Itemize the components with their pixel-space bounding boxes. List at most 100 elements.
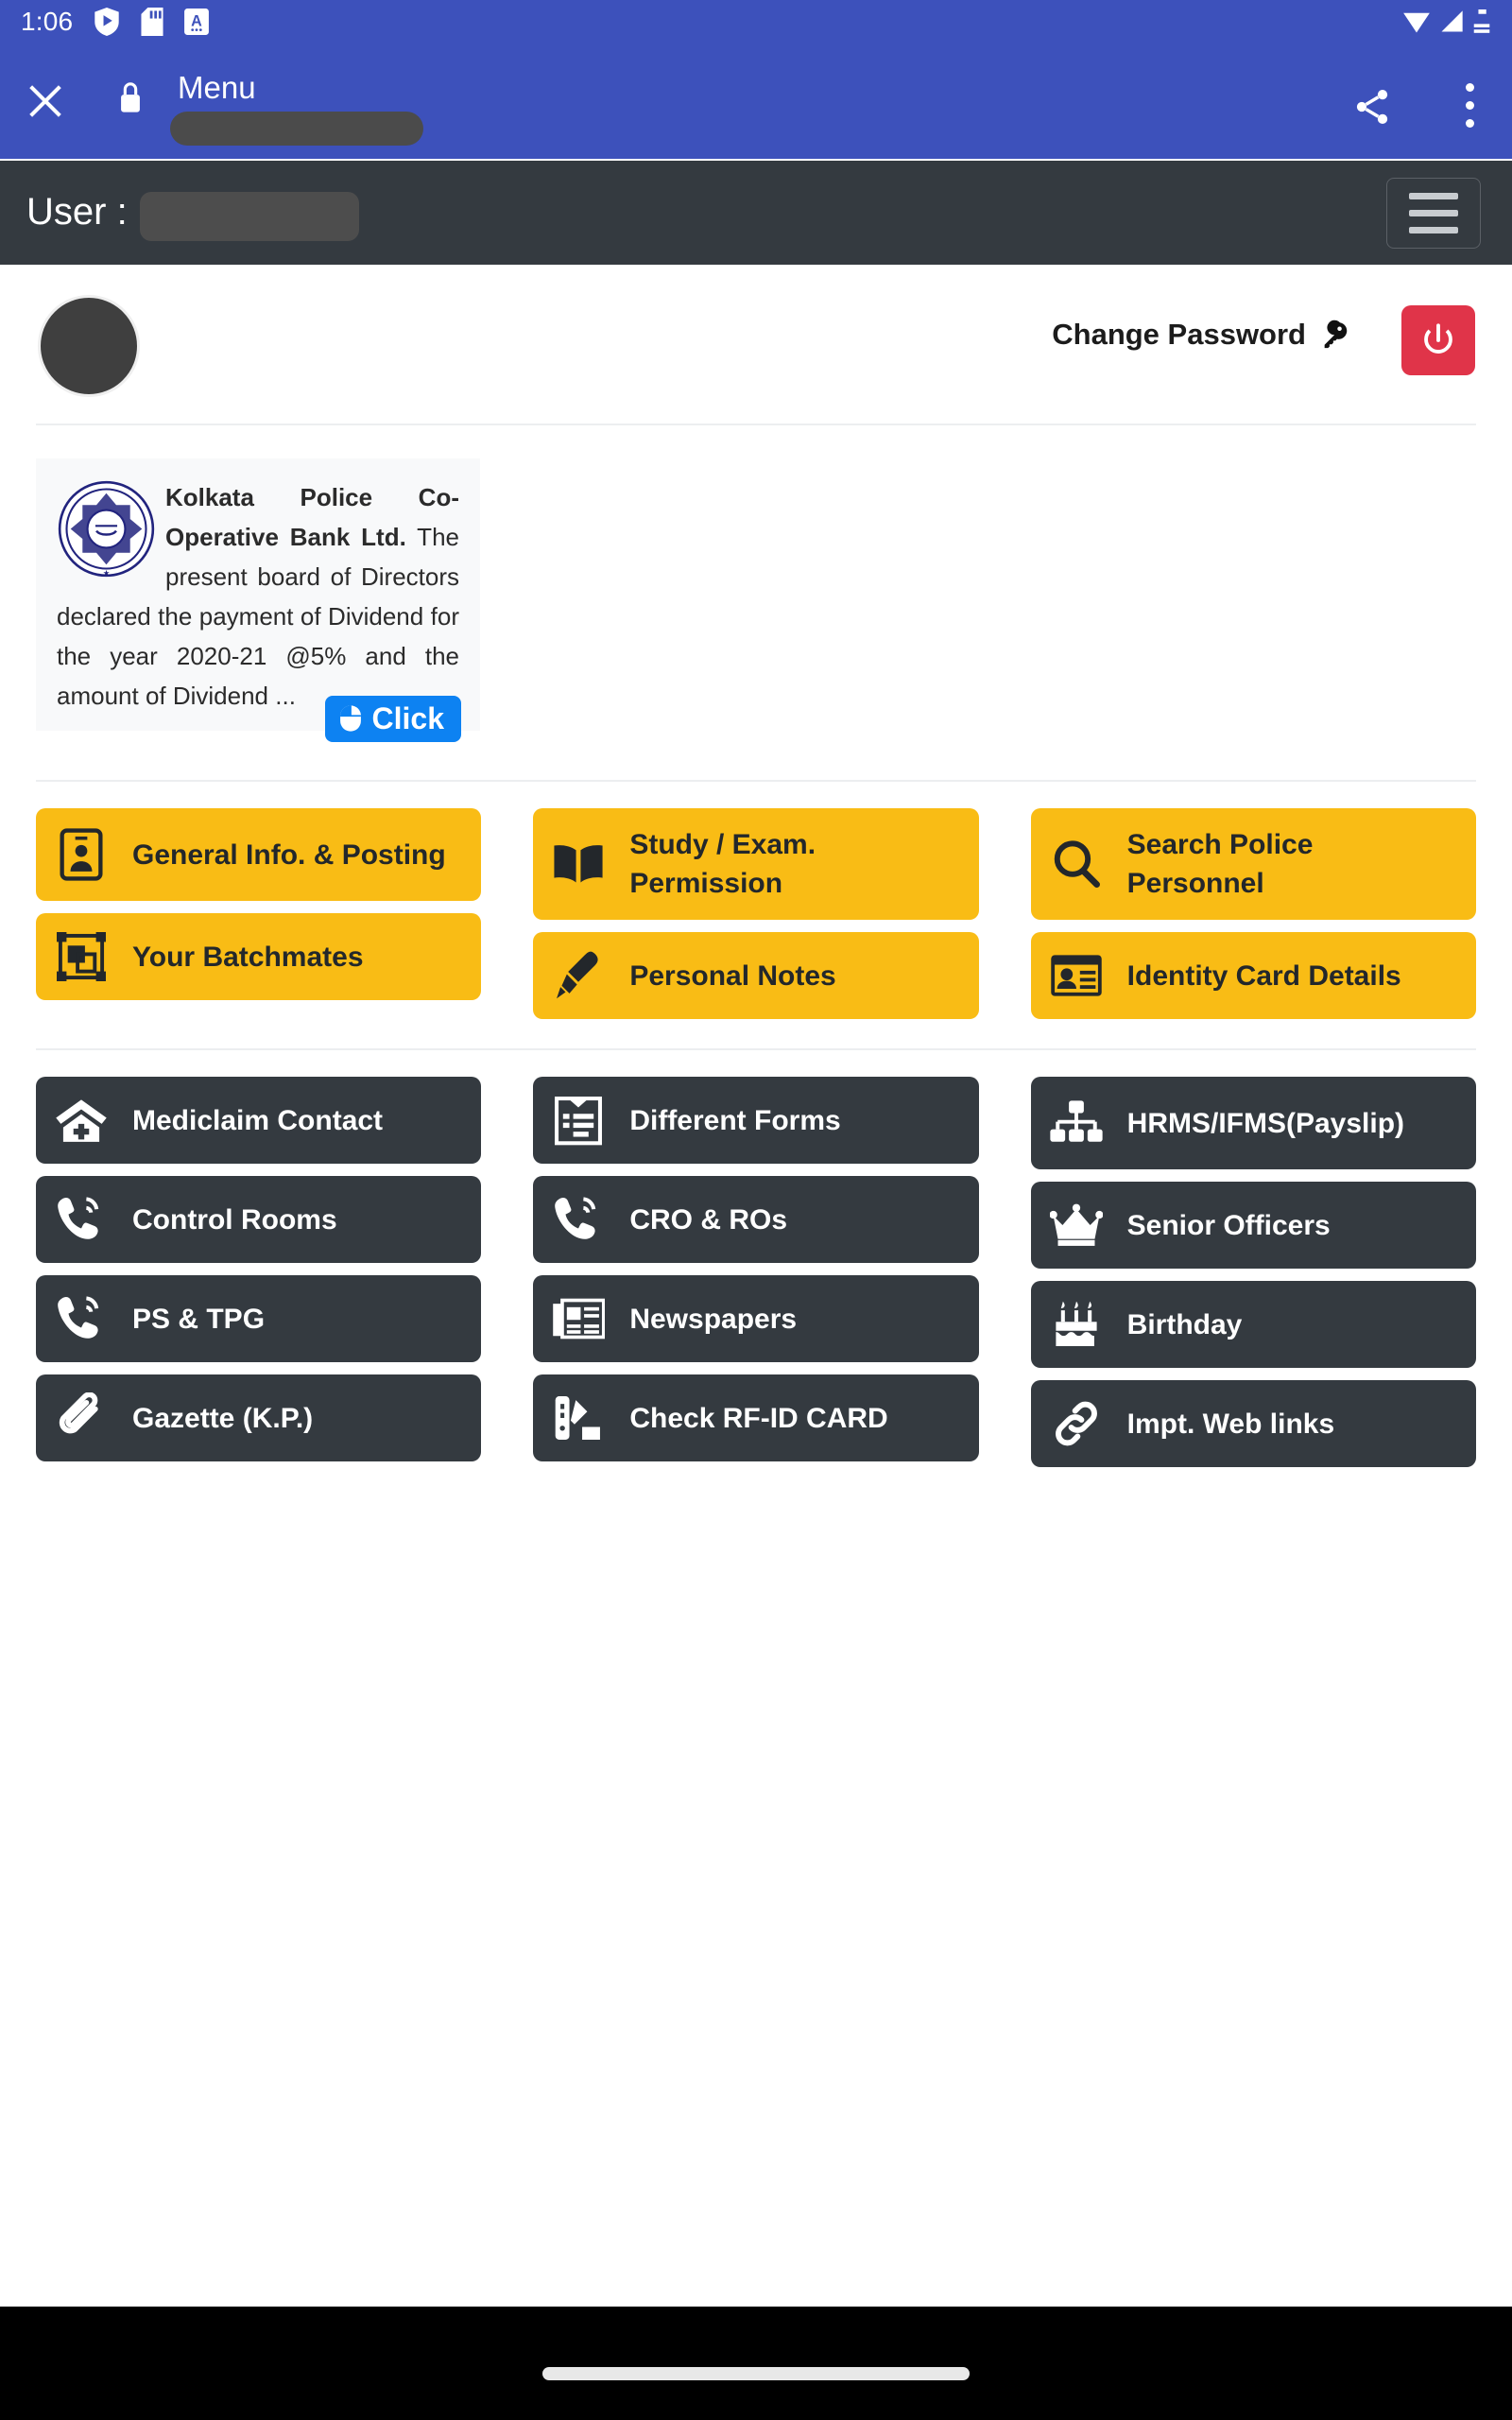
sd-card-icon xyxy=(141,8,163,36)
lock-icon[interactable] xyxy=(118,81,143,118)
tile-label: CRO & ROs xyxy=(629,1203,788,1236)
status-bar: 1:06 A xyxy=(0,0,1512,43)
id-card-icon xyxy=(1050,949,1103,1002)
power-icon xyxy=(1424,323,1452,354)
change-password-link[interactable]: Change Password xyxy=(1052,318,1351,352)
tile-study-exam-permission[interactable]: Study / Exam. Permission xyxy=(533,808,979,920)
tile-label: HRMS/IFMS(Payslip) xyxy=(1126,1107,1405,1139)
pen-nib-icon xyxy=(552,949,605,1002)
tile-label: Gazette (K.P.) xyxy=(132,1402,314,1434)
key-icon xyxy=(1324,320,1348,349)
more-options-icon[interactable] xyxy=(1466,83,1474,128)
browser-title: Menu xyxy=(178,70,256,105)
paperclip-icon xyxy=(55,1392,108,1444)
newspaper-icon xyxy=(552,1292,606,1345)
primary-column-2: Study / Exam. Permission Personal Notes xyxy=(533,808,979,1031)
notice-section: ★ Kolkata Police Co-Operative Bank Ltd. … xyxy=(36,458,1476,742)
section-divider xyxy=(36,1048,1476,1050)
tile-label: Senior Officers xyxy=(1126,1209,1331,1241)
tile-label: Birthday xyxy=(1126,1308,1243,1340)
mouse-icon xyxy=(339,705,361,732)
app-a-icon: A xyxy=(184,9,210,35)
contact-card-icon xyxy=(55,828,108,881)
link-icon xyxy=(1050,1397,1103,1450)
tile-label: Your Batchmates xyxy=(132,941,364,973)
wifi-icon xyxy=(1403,12,1430,33)
navbar-toggle-button[interactable] xyxy=(1386,178,1481,249)
tile-newspapers[interactable]: Newspapers xyxy=(533,1275,979,1362)
system-navigation-bar xyxy=(0,2307,1512,2420)
tile-label: Search Police Personnel xyxy=(1126,829,1314,899)
tile-label: Control Rooms xyxy=(132,1203,337,1236)
rfid-card-icon xyxy=(552,1392,605,1444)
share-icon[interactable] xyxy=(1351,86,1393,132)
logout-button[interactable] xyxy=(1401,305,1475,375)
tile-ps-tpg[interactable]: PS & TPG xyxy=(36,1275,482,1362)
tile-label: Impt. Web links xyxy=(1126,1408,1335,1440)
tile-label: Newspapers xyxy=(629,1303,798,1335)
tile-gazette-kp[interactable]: Gazette (K.P.) xyxy=(36,1374,482,1461)
open-book-icon xyxy=(552,838,605,890)
tile-different-forms[interactable]: Different Forms xyxy=(533,1077,979,1164)
status-bar-clock: 1:06 xyxy=(21,7,74,36)
account-bar: Change Password xyxy=(36,265,1476,425)
tile-control-rooms[interactable]: Control Rooms xyxy=(36,1176,482,1263)
tile-cro-ros[interactable]: CRO & ROs xyxy=(533,1176,979,1263)
primary-column-1: General Info. & Posting Your Batchmates xyxy=(36,808,482,1031)
tile-senior-officers[interactable]: Senior Officers xyxy=(1030,1182,1476,1269)
secondary-tile-grid: Mediclaim Contact Control Rooms PS & TPG… xyxy=(36,1077,1476,1479)
battery-icon xyxy=(1473,9,1490,33)
shield-play-icon xyxy=(94,8,119,36)
gesture-pill[interactable] xyxy=(542,2367,970,2380)
hospital-icon xyxy=(55,1094,108,1147)
tile-hrms-ifms-payslip[interactable]: HRMS/IFMS(Payslip) xyxy=(1030,1077,1476,1169)
tile-label: Different Forms xyxy=(629,1104,841,1136)
page-content: Change Password ★ Kolkata Police Co-Oper… xyxy=(0,265,1512,1479)
tile-impt-web-links[interactable]: Impt. Web links xyxy=(1030,1380,1476,1467)
tile-label: Study / Exam. Permission xyxy=(629,829,816,899)
change-password-label: Change Password xyxy=(1052,318,1306,351)
tile-label: Check RF-ID CARD xyxy=(629,1402,888,1434)
birthday-cake-icon xyxy=(1050,1298,1103,1351)
tile-label: Personal Notes xyxy=(629,959,836,992)
tile-mediclaim-contact[interactable]: Mediclaim Contact xyxy=(36,1077,482,1164)
tile-label: Identity Card Details xyxy=(1126,959,1401,992)
url-bar-redacted[interactable] xyxy=(170,112,423,146)
tile-your-batchmates[interactable]: Your Batchmates xyxy=(36,913,482,1000)
phone-volume-icon xyxy=(55,1292,108,1345)
secondary-column-1: Mediclaim Contact Control Rooms PS & TPG… xyxy=(36,1077,482,1479)
browser-toolbar: Menu xyxy=(0,43,1512,204)
tile-birthday[interactable]: Birthday xyxy=(1030,1281,1476,1368)
secondary-column-2: Different Forms CRO & ROs Newspapers Che… xyxy=(533,1077,979,1479)
status-bar-left: 1:06 A xyxy=(21,7,210,36)
username-redacted xyxy=(140,192,359,241)
close-icon[interactable] xyxy=(24,79,67,123)
tile-check-rf-id-card[interactable]: Check RF-ID CARD xyxy=(533,1374,979,1461)
form-clipboard-icon xyxy=(552,1094,605,1147)
site-navbar: User : xyxy=(0,161,1512,265)
user-label: User : xyxy=(26,191,128,233)
tile-general-info-posting[interactable]: General Info. & Posting xyxy=(36,808,482,901)
cellular-signal-icon xyxy=(1441,10,1463,32)
notice-click-button[interactable]: Click xyxy=(324,696,461,742)
bank-notice-card: ★ Kolkata Police Co-Operative Bank Ltd. … xyxy=(36,458,480,742)
avatar[interactable] xyxy=(38,295,140,397)
screen-root: 1:06 A Menu User: Change Password ★ Kol… xyxy=(0,0,1512,2420)
tile-label: General Info. & Posting xyxy=(132,838,446,871)
crown-icon xyxy=(1049,1199,1103,1252)
notice-divider xyxy=(36,780,1476,782)
group-frame-icon xyxy=(55,930,108,983)
tile-label: PS & TPG xyxy=(132,1303,266,1335)
tile-identity-card-details[interactable]: Identity Card Details xyxy=(1030,932,1476,1019)
tile-search-police-personnel[interactable]: Search Police Personnel xyxy=(1030,808,1476,920)
svg-text:★: ★ xyxy=(103,568,111,578)
tile-label: Mediclaim Contact xyxy=(132,1104,384,1136)
primary-column-3: Search Police Personnel Identity Card De… xyxy=(1030,808,1476,1031)
secondary-column-3: HRMS/IFMS(Payslip) Senior Officers Birth… xyxy=(1030,1077,1476,1479)
bank-logo-icon: ★ xyxy=(58,480,155,578)
phone-volume-icon xyxy=(55,1193,108,1246)
status-bar-right xyxy=(1402,9,1491,34)
tile-personal-notes[interactable]: Personal Notes xyxy=(533,932,979,1019)
svg-text:A: A xyxy=(191,12,202,29)
primary-tile-grid: General Info. & Posting Your Batchmates … xyxy=(36,808,1476,1031)
